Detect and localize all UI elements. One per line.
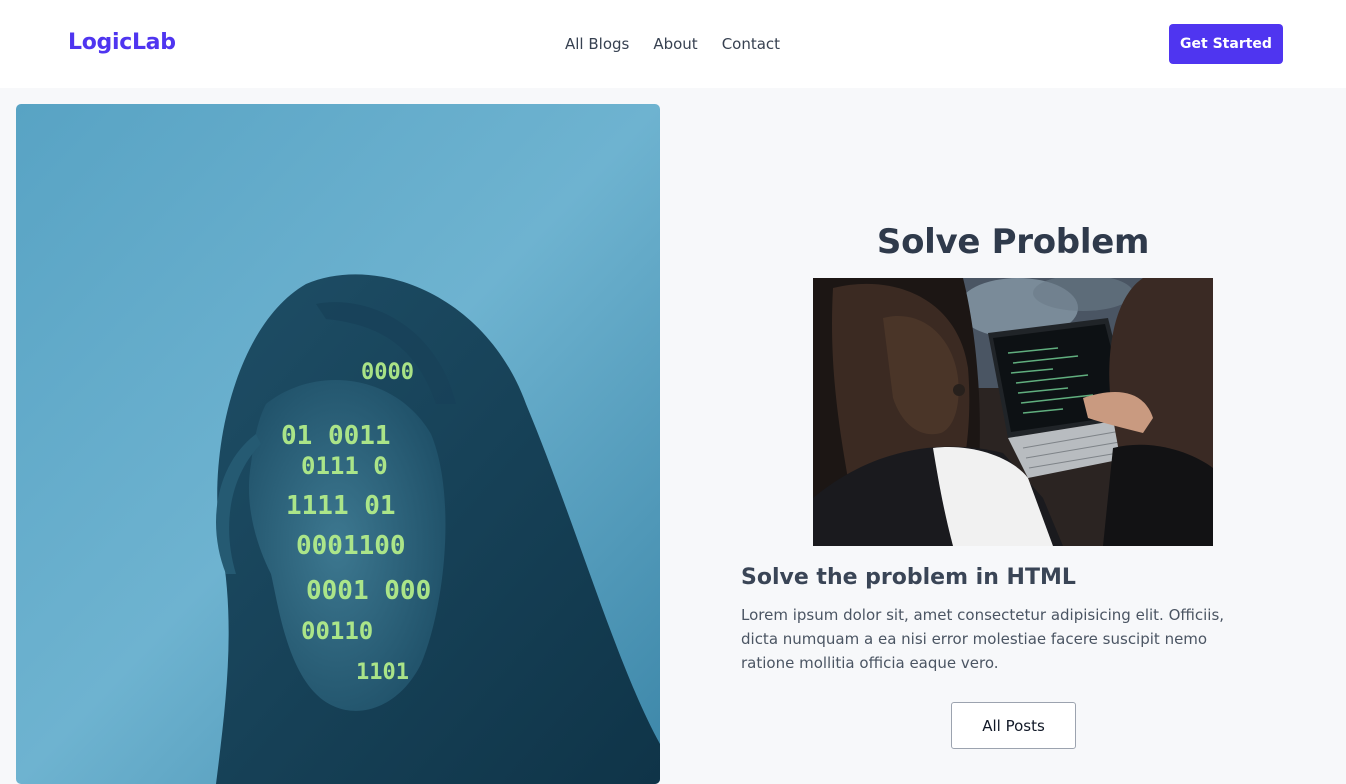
svg-text:0001 000: 0001 000 [306, 576, 431, 606]
nav-link-all-blogs[interactable]: All Blogs [565, 35, 629, 53]
svg-text:0000: 0000 [361, 360, 414, 385]
navbar: LogicLab All Blogs About Contact Get Sta… [0, 0, 1346, 88]
nav-link-about[interactable]: About [653, 35, 697, 53]
svg-text:0001100: 0001100 [296, 531, 406, 561]
post-excerpt: Lorem ipsum dolor sit, amet consectetur … [741, 606, 1225, 672]
svg-text:1101: 1101 [356, 660, 409, 685]
nav-item-about: About [653, 34, 697, 53]
nav-item-all-blogs: All Blogs [565, 34, 629, 53]
post-photo [813, 278, 1213, 546]
post-image [813, 278, 1213, 546]
hero-photo: 0000 01 0011 0111 0 1111 01 0001100 0001… [16, 104, 660, 784]
nav-links: All Blogs About Contact [565, 34, 780, 53]
nav-item-contact: Contact [722, 34, 780, 53]
post-heading: Solve the problem in HTML [741, 565, 1076, 590]
brand-logo[interactable]: LogicLab [68, 30, 176, 55]
svg-text:0111 0: 0111 0 [301, 452, 388, 480]
all-posts-button[interactable]: All Posts [951, 702, 1076, 749]
nav-link-contact[interactable]: Contact [722, 35, 780, 53]
section-title: Solve Problem [876, 222, 1150, 262]
svg-text:01 0011: 01 0011 [281, 421, 391, 451]
hero-image: 0000 01 0011 0111 0 1111 01 0001100 0001… [16, 104, 660, 784]
svg-text:00110: 00110 [301, 617, 373, 645]
get-started-button[interactable]: Get Started [1169, 24, 1283, 64]
svg-text:1111 01: 1111 01 [286, 491, 396, 521]
